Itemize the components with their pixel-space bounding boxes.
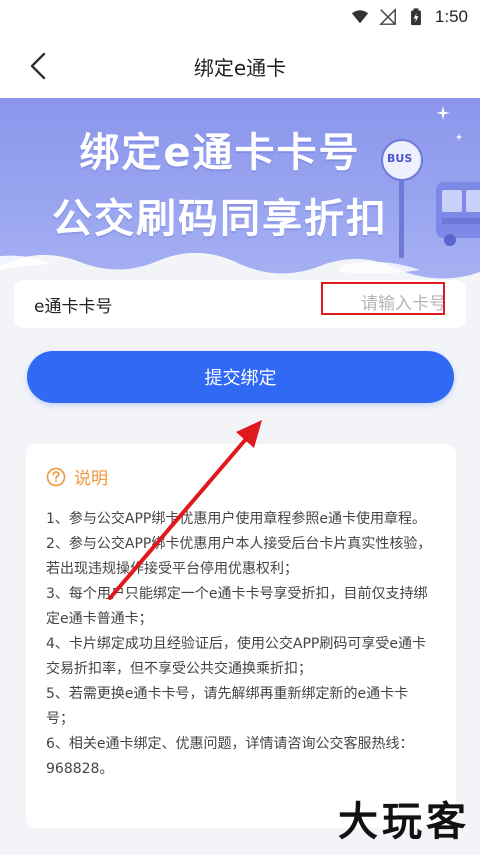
submit-bind-button[interactable]: 提交绑定 — [27, 351, 454, 403]
list-item: 5、若需更换e通卡卡号，请先解绑再重新绑定新的e通卡卡号； — [46, 686, 409, 727]
list-item: 4、卡片绑定成功且经验证后，使用公交APP刷码可享受e通卡交易折扣率，但不享受公… — [46, 636, 426, 677]
notice-title: 说明 — [74, 469, 108, 489]
list-item: 6、相关e通卡绑定、优惠问题，详情请咨询公交客服热线：968828。 — [46, 736, 414, 777]
sparkle-icon — [455, 133, 463, 141]
status-bar: 1:50 — [0, 0, 480, 34]
card-number-input[interactable] — [326, 294, 446, 314]
list-item: 1、参与公交APP绑卡优惠用户使用章程参照e通卡使用章程。 — [46, 511, 426, 527]
notice-header: 说明 — [46, 464, 434, 489]
notice-list: 1、参与公交APP绑卡优惠用户使用章程参照e通卡使用章程。 2、参与公交APP绑… — [46, 507, 434, 782]
question-icon — [46, 467, 66, 486]
watermark-logo: 大玩客 — [338, 798, 470, 845]
sparkle-icon — [436, 106, 450, 120]
back-button[interactable] — [22, 50, 54, 82]
card-number-label: e通卡卡号 — [34, 296, 113, 317]
status-time: 1:50 — [434, 7, 468, 26]
battery-charging-icon — [410, 8, 421, 26]
promo-banner: 绑定e通卡卡号 公交刷码同享折扣 BUS — [0, 98, 480, 288]
list-item: 2、参与公交APP绑卡优惠用户本人接受后台卡片真实性核验，若出现违规操作接受平台… — [46, 536, 432, 577]
bus-sign-label: BUS — [387, 152, 413, 165]
nav-bar: 绑定e通卡 — [0, 34, 480, 98]
notice-panel: 说明 1、参与公交APP绑卡优惠用户使用章程参照e通卡使用章程。 2、参与公交A… — [26, 444, 456, 828]
page-title: 绑定e通卡 — [193, 55, 287, 80]
chevron-left-icon — [30, 52, 46, 80]
card-number-row: e通卡卡号 — [14, 280, 466, 328]
wifi-icon — [351, 10, 369, 24]
list-item: 3、每个用户只能绑定一个e通卡卡号享受折扣，目前仅支持绑定e通卡普通卡； — [46, 586, 428, 627]
no-signal-icon — [378, 8, 396, 25]
